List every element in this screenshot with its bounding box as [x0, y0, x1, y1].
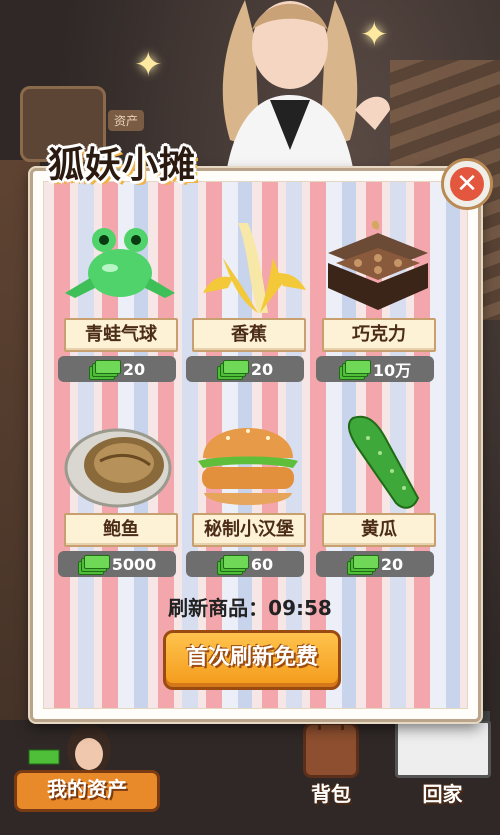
- sparkle-icon: ✦: [360, 15, 389, 55]
- item-name: 青蛙气球: [64, 318, 178, 352]
- shop-item-cucumber[interactable]: 黄瓜 20: [316, 413, 438, 577]
- item-price: 10万: [372, 361, 412, 380]
- cash-icon: [338, 360, 371, 380]
- my-assets-button[interactable]: 我的资产: [14, 770, 160, 812]
- frog-balloon-icon: [65, 228, 175, 298]
- item-price: 60: [250, 554, 274, 574]
- item-price-tag: 10万: [316, 356, 434, 382]
- cash-icon: [346, 555, 379, 575]
- abalone-icon: [64, 428, 172, 508]
- burger-icon: [198, 428, 298, 505]
- close-icon: ✕: [450, 167, 484, 201]
- chocolate-box-icon: [328, 220, 428, 310]
- item-name: 香蕉: [192, 318, 306, 352]
- sparkle-icon: ✦: [134, 45, 163, 85]
- free-refresh-button[interactable]: 首次刷新免费: [163, 630, 341, 690]
- item-price-tag: 5000: [58, 551, 176, 577]
- shop-item-banana[interactable]: 香蕉 20: [186, 218, 308, 382]
- banana-icon: [203, 223, 306, 313]
- shop-item-chocolate[interactable]: 巧克力 10万: [316, 218, 438, 382]
- item-price: 20: [250, 359, 274, 379]
- item-name: 黄瓜: [322, 513, 436, 547]
- close-button[interactable]: ✕: [441, 158, 493, 210]
- item-price-tag: 20: [58, 356, 176, 382]
- cash-icon: [77, 555, 110, 575]
- item-price-tag: 20: [316, 551, 434, 577]
- backpack-button[interactable]: 背包: [300, 715, 362, 806]
- item-name: 秘制小汉堡: [192, 513, 306, 547]
- backpack-icon: [303, 715, 359, 778]
- cucumber-icon: [347, 415, 420, 509]
- avatar-tag: 资产: [108, 110, 145, 131]
- item-name: 巧克力: [322, 318, 436, 352]
- item-price-tag: 60: [186, 551, 304, 577]
- cash-icon: [216, 555, 249, 575]
- house-icon: [391, 711, 491, 778]
- shop-item-abalone[interactable]: 鲍鱼 5000: [58, 413, 180, 577]
- go-home-label: 回家: [422, 782, 463, 806]
- cash-icon: [216, 360, 249, 380]
- item-name: 鲍鱼: [64, 513, 178, 547]
- backpack-label: 背包: [311, 782, 351, 806]
- item-price: 20: [122, 359, 146, 379]
- item-price: 20: [380, 554, 404, 574]
- item-price-tag: 20: [186, 356, 304, 382]
- shop-item-burger[interactable]: 秘制小汉堡 60: [186, 413, 308, 577]
- go-home-button[interactable]: 回家: [390, 711, 495, 810]
- shop-item-frog-balloon[interactable]: 青蛙气球 20: [58, 218, 180, 382]
- refresh-timer: 刷新商品：09:58: [168, 596, 332, 620]
- cash-icon: [88, 360, 121, 380]
- item-price: 5000: [111, 554, 157, 574]
- dialog-title: 狐妖小摊: [48, 145, 197, 186]
